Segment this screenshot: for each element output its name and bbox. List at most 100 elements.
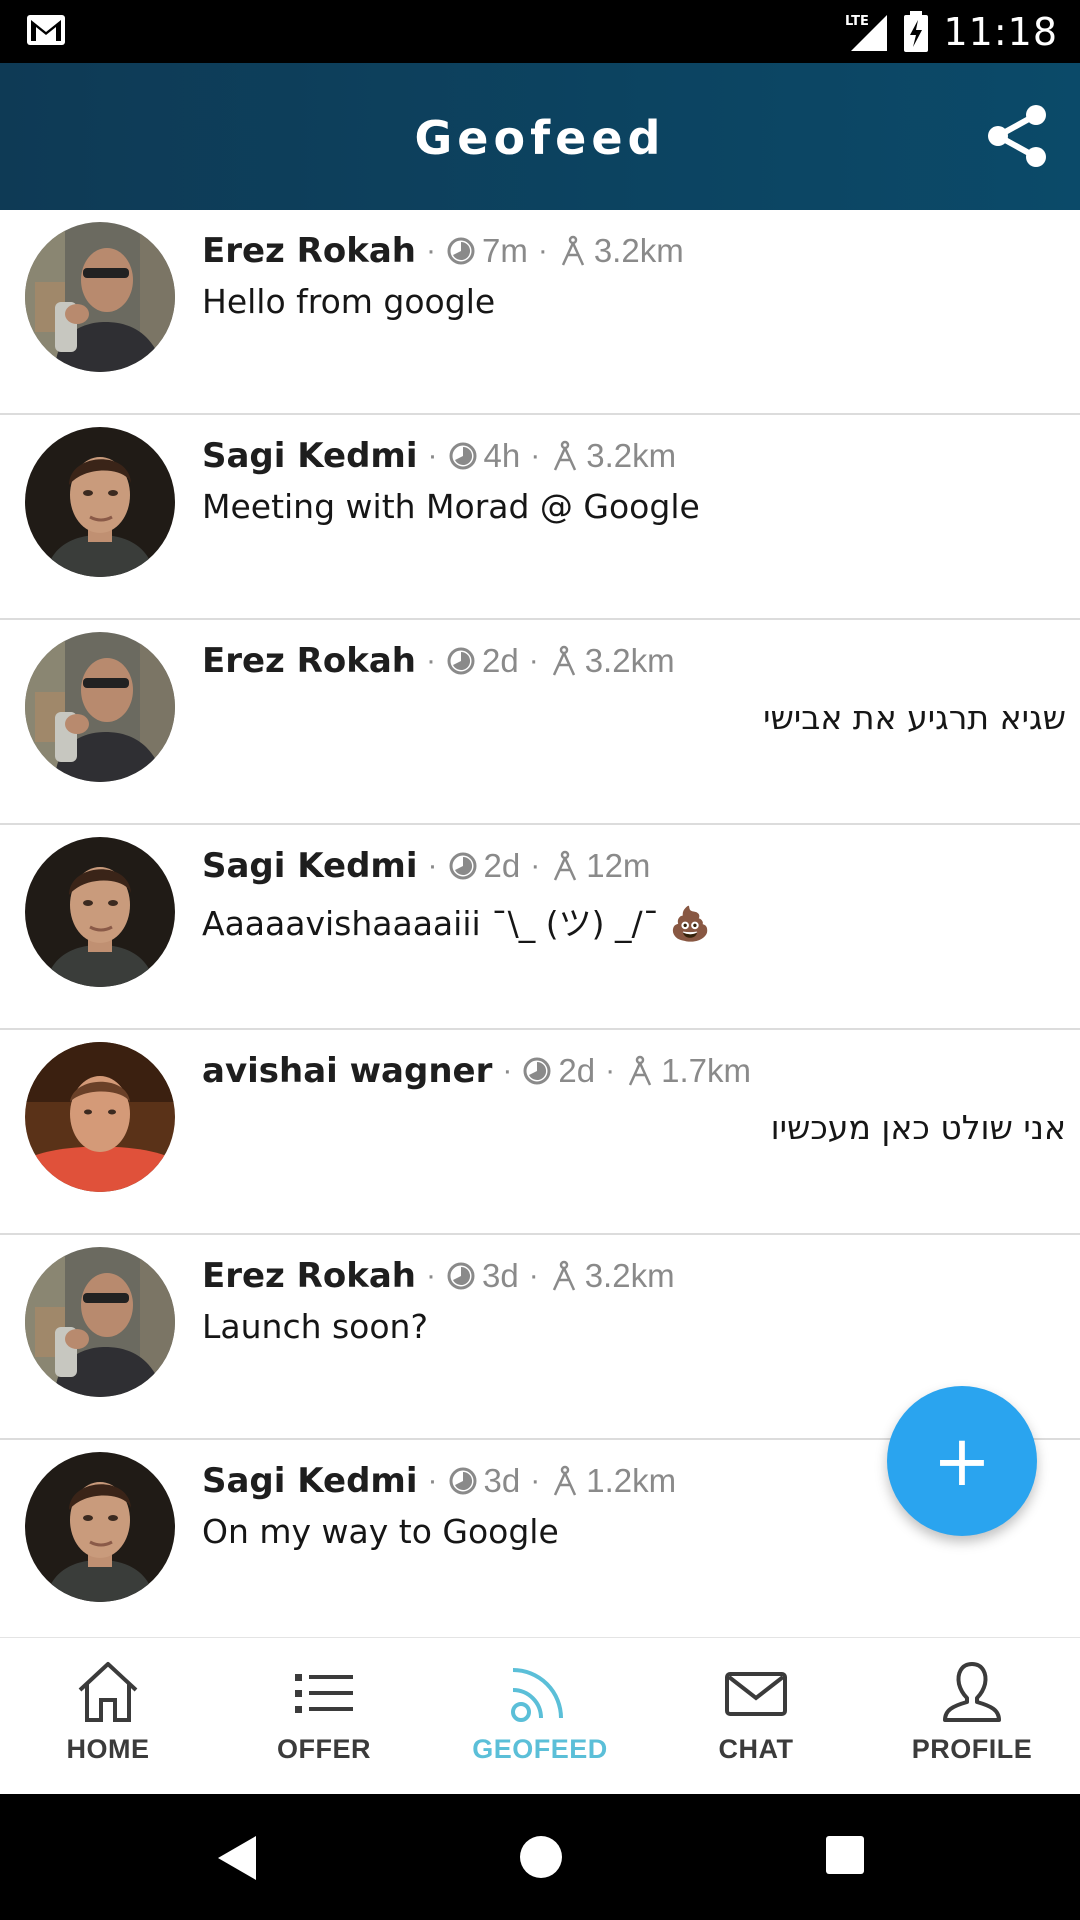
post-message: שגיא תרגיע את אבישי: [763, 698, 1066, 737]
post-distance-value: 3.2km: [584, 1257, 675, 1294]
post-distance: 3.2km: [550, 437, 676, 475]
nav-label-chat: CHAT: [718, 1734, 794, 1764]
avatar[interactable]: [25, 632, 175, 782]
recents-icon[interactable]: [824, 1834, 866, 1876]
post-time: 3d: [446, 1257, 519, 1295]
post-header: Sagi Kedmi · 2d · 12m: [202, 843, 650, 889]
post-message: Aaaaavishaaaaiii ¯\_ (ツ) _/¯ 💩: [202, 904, 711, 943]
time-icon: [447, 237, 475, 265]
post-header: Sagi Kedmi · 4h · 3.2km: [202, 433, 676, 479]
page-title: Geofeed: [414, 111, 666, 165]
separator-dot: ·: [537, 234, 548, 267]
clock: 11:18: [943, 10, 1058, 54]
post-time: 3d: [448, 1462, 521, 1500]
post-message: אני שולט כאן מעכשיו: [770, 1108, 1066, 1147]
nav-item-profile[interactable]: PROFILE: [864, 1638, 1080, 1794]
time-icon: [447, 1262, 475, 1290]
nav-item-offer[interactable]: OFFER: [216, 1638, 432, 1794]
feed-post[interactable]: Erez Rokah · 7m · 3.2km Hello from google: [0, 210, 1080, 415]
separator-dot: ·: [425, 234, 436, 267]
post-distance: 3.2km: [549, 642, 675, 680]
author-name[interactable]: Erez Rokah: [202, 231, 416, 271]
feed-post[interactable]: avishai wagner · 2d · 1.7km אני שולט כאן מעכש…: [0, 1030, 1080, 1235]
author-name[interactable]: Sagi Kedmi: [202, 846, 418, 886]
separator-dot: ·: [427, 1464, 438, 1497]
author-name[interactable]: Erez Rokah: [202, 1256, 416, 1296]
separator-dot: ·: [425, 644, 436, 677]
author-name[interactable]: Erez Rokah: [202, 641, 416, 681]
post-header: avishai wagner · 2d · 1.7km: [202, 1048, 751, 1094]
distance-icon: [554, 850, 577, 881]
post-distance-value: 1.7km: [661, 1052, 751, 1089]
distance-icon: [628, 1055, 652, 1086]
time-icon: [449, 442, 476, 470]
separator-dot: ·: [530, 849, 541, 882]
author-name[interactable]: Sagi Kedmi: [202, 1461, 418, 1501]
post-message: Hello from google: [202, 282, 496, 321]
list-icon: [295, 1674, 353, 1713]
mail-icon: [725, 1672, 787, 1716]
nav-item-geofeed[interactable]: GEOFEED: [432, 1638, 648, 1794]
distance-icon: [552, 1260, 575, 1291]
nav-label-geofeed: GEOFEED: [472, 1734, 608, 1764]
post-time-value: 4h: [483, 437, 521, 474]
post-time-value: 3d: [483, 1462, 521, 1499]
post-time-value: 2d: [558, 1052, 596, 1089]
avatar[interactable]: [25, 1452, 175, 1602]
post-time-value: 7m: [481, 232, 528, 269]
avatar[interactable]: [25, 837, 175, 987]
nav-item-chat[interactable]: CHAT: [648, 1638, 864, 1794]
status-bar: LTE 11:18: [0, 0, 1080, 63]
post-distance: 1.2km: [550, 1462, 676, 1500]
person-icon: [943, 1662, 1001, 1722]
post-time: 4h: [448, 437, 521, 475]
nav-label-home: HOME: [66, 1734, 150, 1764]
separator-dot: ·: [530, 439, 541, 472]
add-post-button[interactable]: +: [887, 1386, 1037, 1536]
share-icon[interactable]: [982, 101, 1052, 171]
author-name[interactable]: Sagi Kedmi: [202, 436, 418, 476]
avatar[interactable]: [25, 222, 175, 372]
time-icon: [449, 1467, 476, 1495]
geofeed-icon: [511, 1668, 563, 1722]
lte-signal-icon: LTE: [845, 14, 888, 51]
gmail-icon: [27, 15, 65, 45]
time-icon: [449, 852, 476, 880]
post-time-value: 2d: [481, 642, 519, 679]
home-circle-icon[interactable]: [518, 1834, 564, 1880]
avatar[interactable]: [25, 1247, 175, 1397]
post-time-value: 3d: [481, 1257, 519, 1294]
separator-dot: ·: [530, 1464, 541, 1497]
post-time: 2d: [446, 642, 519, 680]
author-name[interactable]: avishai wagner: [202, 1051, 492, 1091]
post-message: Meeting with Morad @ Google: [202, 487, 700, 526]
separator-dot: ·: [528, 1259, 539, 1292]
post-header: Erez Rokah · 7m · 3.2km: [202, 228, 684, 274]
post-header: Sagi Kedmi · 3d · 1.2km: [202, 1458, 676, 1504]
feed-post[interactable]: Sagi Kedmi · 4h · 3.2km Meeting with Morad @ …: [0, 415, 1080, 620]
separator-dot: ·: [425, 1259, 436, 1292]
separator-dot: ·: [605, 1054, 616, 1087]
feed-post[interactable]: Sagi Kedmi · 2d · 12m Aaaaavishaaaaiii ¯\_ (ツ…: [0, 825, 1080, 1030]
back-icon[interactable]: [214, 1834, 258, 1882]
svg-text:LTE: LTE: [845, 14, 869, 29]
post-distance-value: 3.2km: [584, 642, 675, 679]
time-icon: [447, 647, 475, 675]
post-header: Erez Rokah · 3d · 3.2km: [202, 1253, 675, 1299]
avatar[interactable]: [25, 427, 175, 577]
post-time: 7m: [446, 232, 528, 270]
avatar[interactable]: [25, 1042, 175, 1192]
post-distance-value: 3.2km: [586, 437, 677, 474]
distance-icon: [561, 235, 584, 266]
nav-item-home[interactable]: HOME: [0, 1638, 216, 1794]
post-distance: 3.2km: [549, 1257, 675, 1295]
post-distance: 1.7km: [625, 1052, 751, 1090]
post-message: On my way to Google: [202, 1512, 559, 1551]
nav-label-offer: OFFER: [277, 1734, 371, 1764]
feed-post[interactable]: Erez Rokah · 2d · 3.2km שגיא תרגיע את אבישי: [0, 620, 1080, 825]
post-distance: 12m: [550, 847, 650, 885]
time-icon: [523, 1057, 551, 1085]
app-bar: Geofeed: [0, 63, 1080, 210]
post-distance-value: 12m: [586, 847, 651, 884]
bottom-navigation: HOME OFFER GEOFEED CHAT PROFILE: [0, 1637, 1080, 1794]
